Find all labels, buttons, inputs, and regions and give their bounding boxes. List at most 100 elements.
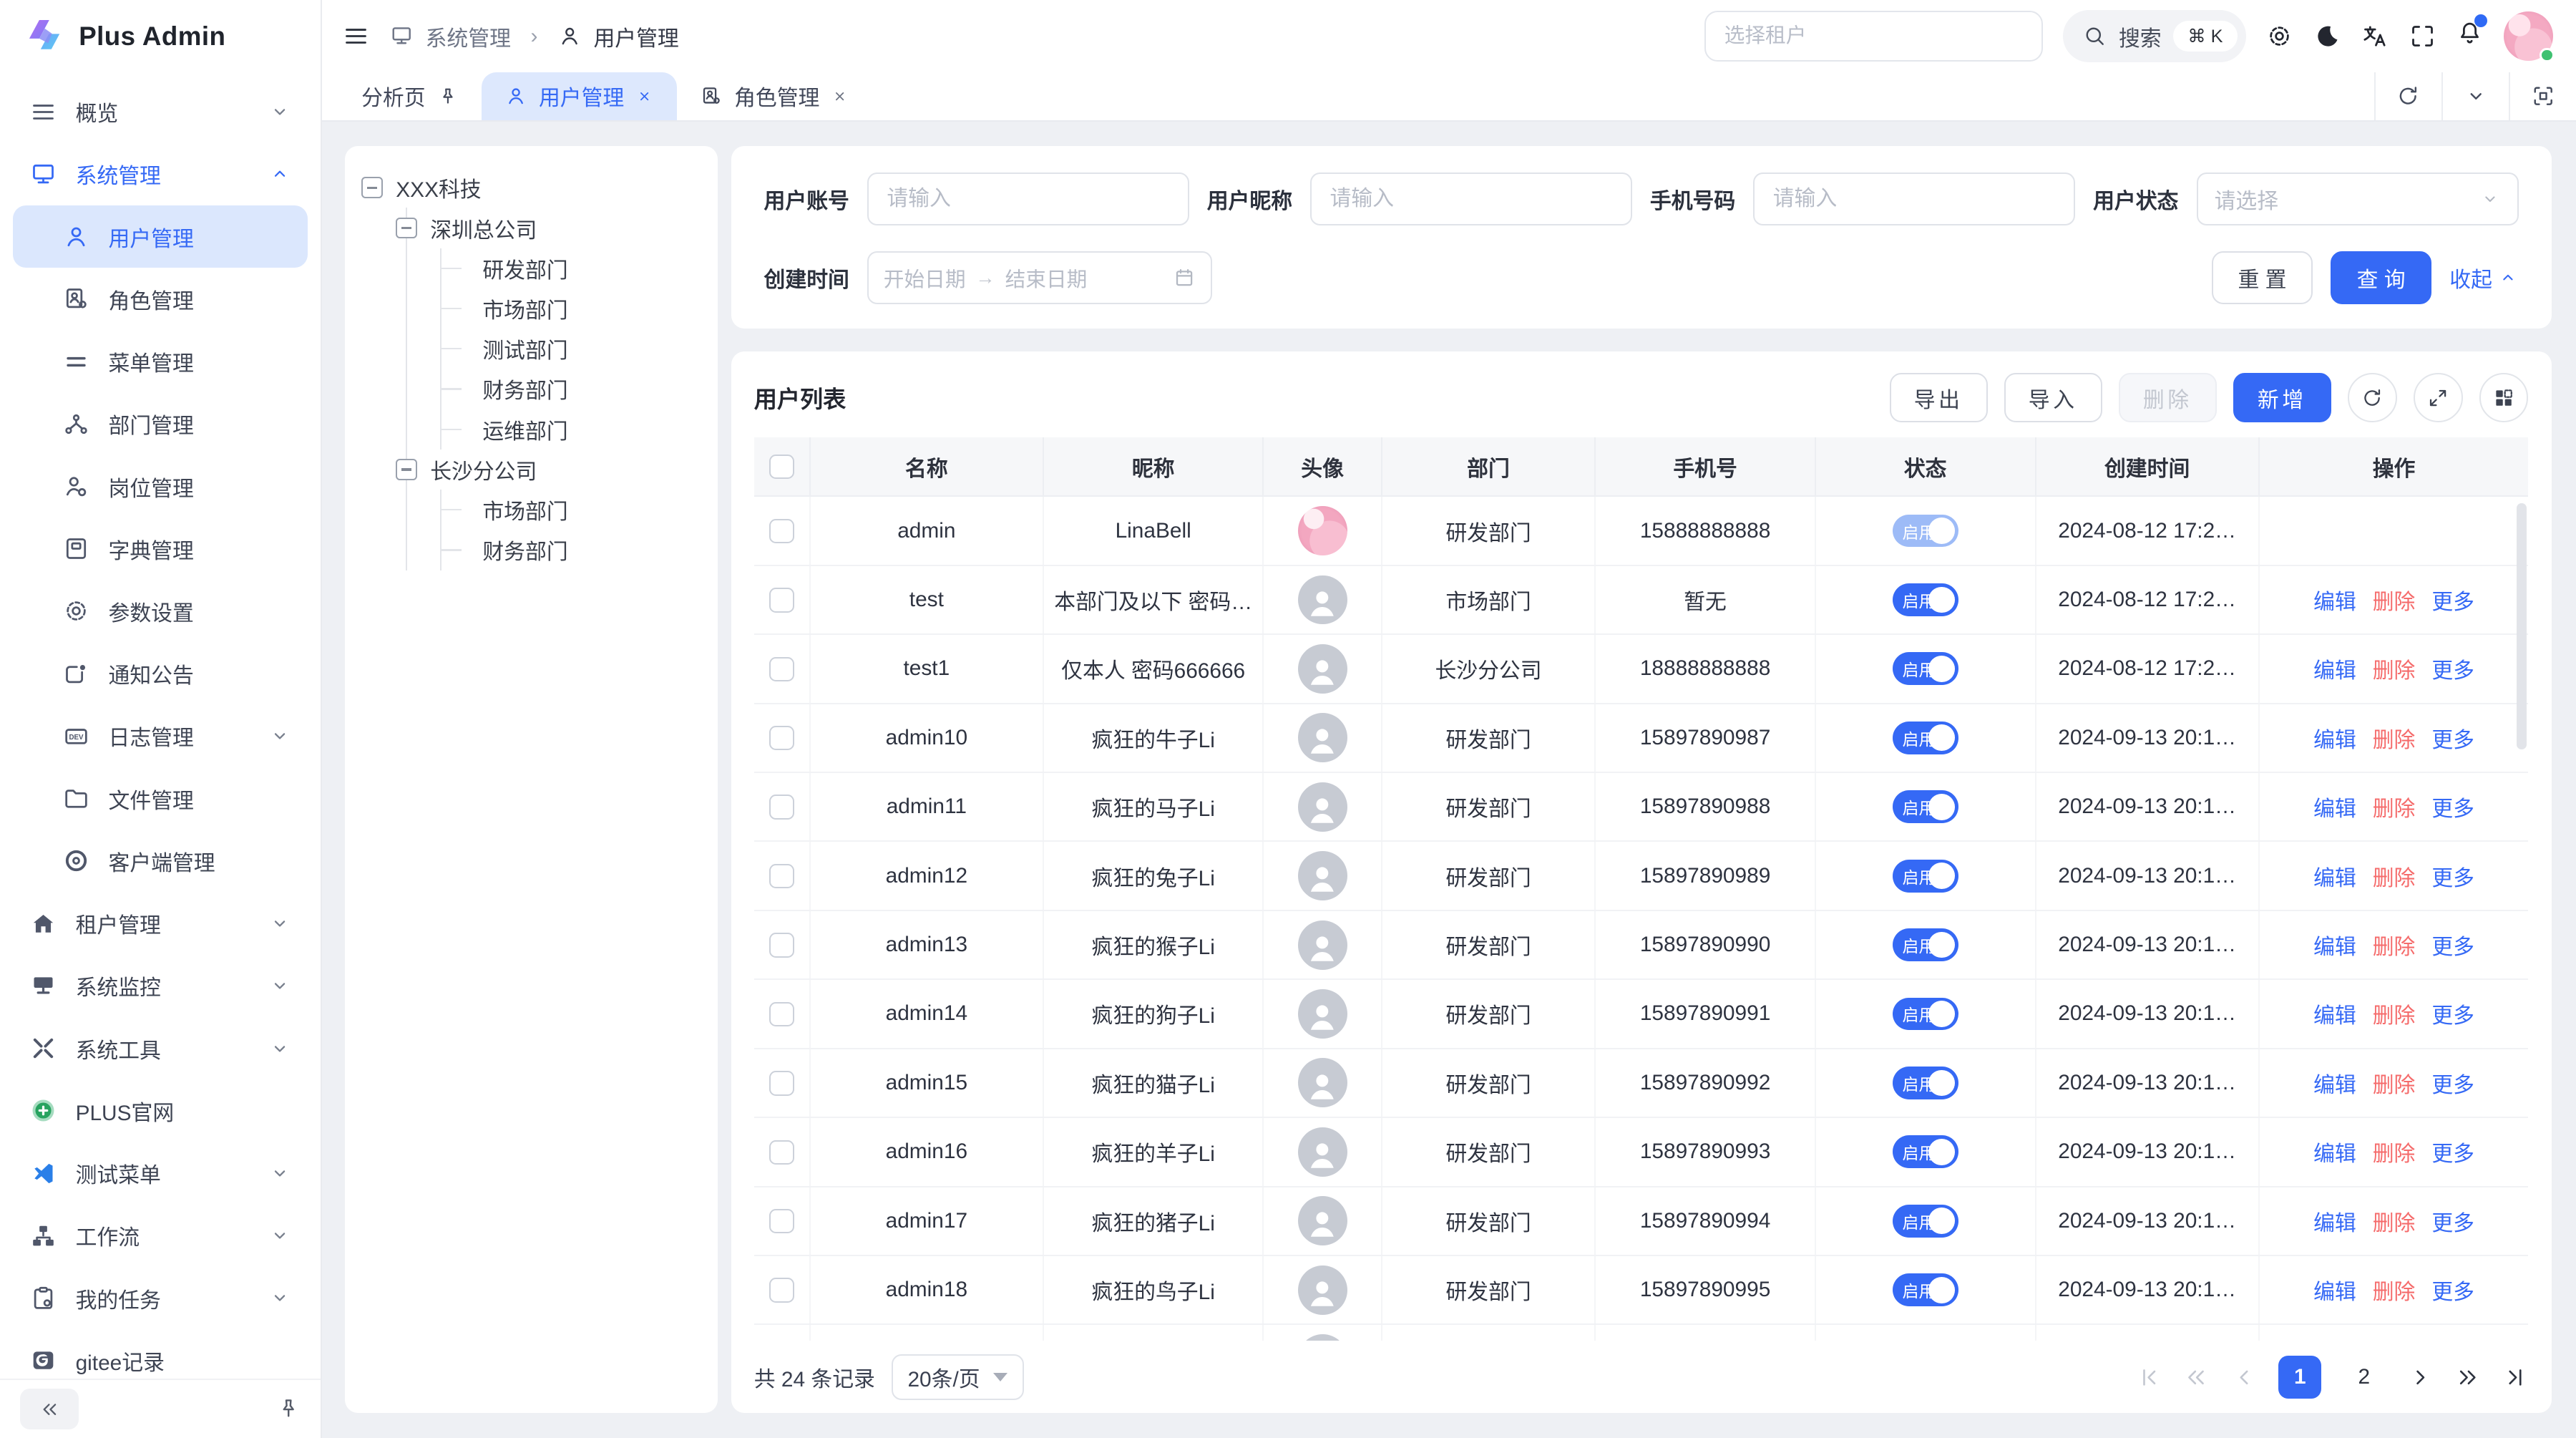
tab-list-dropdown-button[interactable]	[2441, 72, 2509, 120]
status-toggle[interactable]: 启用	[1893, 998, 1958, 1031]
tab-分析页[interactable]: 分析页	[338, 72, 482, 120]
more-link[interactable]: 更多	[2431, 1142, 2474, 1166]
row-checkbox[interactable]	[769, 588, 794, 612]
tree-node-XXX科技[interactable]: XXX科技	[361, 167, 701, 208]
edit-link[interactable]: 编辑	[2313, 1281, 2356, 1304]
select-all-checkbox[interactable]	[769, 455, 794, 479]
page-button-1[interactable]: 1	[2278, 1356, 2321, 1399]
sidebar-item-通知公告[interactable]: 通知公告	[13, 643, 307, 705]
next-chunk-button[interactable]	[2454, 1364, 2481, 1391]
last-page-button[interactable]	[2502, 1364, 2529, 1391]
reset-button[interactable]: 重 置	[2212, 251, 2313, 303]
content-fullscreen-button[interactable]	[2509, 72, 2576, 120]
collapse-filter-link[interactable]: 收起	[2449, 262, 2518, 293]
edit-link[interactable]: 编辑	[2313, 1074, 2356, 1097]
sidebar-item-客户端管理[interactable]: 客户端管理	[13, 830, 307, 892]
sidebar-item-测试菜单[interactable]: 测试菜单	[13, 1142, 307, 1204]
breadcrumb-system[interactable]: 系统管理	[389, 21, 511, 52]
tree-expander-icon[interactable]	[361, 177, 383, 198]
language-icon[interactable]	[2361, 22, 2389, 50]
edit-link[interactable]: 编辑	[2313, 591, 2356, 614]
tree-node-深圳总公司[interactable]: 深圳总公司	[396, 208, 701, 248]
sidebar-item-用户管理[interactable]: 用户管理	[13, 205, 307, 268]
delete-link[interactable]: 删除	[2373, 591, 2416, 614]
tree-node-市场部门[interactable]: 市场部门	[441, 490, 701, 530]
row-checkbox[interactable]	[769, 1140, 794, 1165]
page-button-2[interactable]: 2	[2343, 1356, 2386, 1399]
sidebar-item-菜单管理[interactable]: 菜单管理	[13, 330, 307, 392]
sidebar-collapse-button[interactable]	[20, 1389, 79, 1429]
status-toggle[interactable]: 启用	[1893, 1205, 1958, 1238]
status-toggle[interactable]: 启用	[1893, 515, 1958, 548]
edit-link[interactable]: 编辑	[2313, 1142, 2356, 1166]
delete-link[interactable]: 删除	[2373, 867, 2416, 890]
column-settings-button[interactable]	[2479, 373, 2529, 422]
sidebar-item-角色管理[interactable]: 角色管理	[13, 268, 307, 330]
settings-icon[interactable]	[2265, 22, 2293, 50]
tree-node-市场部门[interactable]: 市场部门	[441, 288, 701, 329]
delete-link[interactable]: 删除	[2373, 1004, 2416, 1028]
more-link[interactable]: 更多	[2431, 729, 2474, 752]
more-link[interactable]: 更多	[2431, 1004, 2474, 1028]
dark-mode-icon[interactable]	[2313, 22, 2341, 50]
sidebar-item-工作流[interactable]: 工作流	[13, 1205, 307, 1267]
more-link[interactable]: 更多	[2431, 867, 2474, 890]
delete-link[interactable]: 删除	[2373, 1074, 2416, 1097]
row-checkbox[interactable]	[769, 864, 794, 888]
nickname-input[interactable]	[1310, 173, 1632, 225]
sidebar-item-日志管理[interactable]: DEV日志管理	[13, 705, 307, 767]
sidebar-item-系统监控[interactable]: 系统监控	[13, 955, 307, 1017]
more-link[interactable]: 更多	[2431, 659, 2474, 683]
date-range-picker[interactable]: 开始日期 → 结束日期	[867, 251, 1212, 303]
more-link[interactable]: 更多	[2431, 1281, 2474, 1304]
row-checkbox[interactable]	[769, 726, 794, 750]
row-checkbox[interactable]	[769, 1071, 794, 1095]
sidebar-pin-icon[interactable]	[276, 1396, 301, 1421]
more-link[interactable]: 更多	[2431, 1074, 2474, 1097]
row-checkbox[interactable]	[769, 933, 794, 957]
status-toggle[interactable]: 启用	[1893, 1135, 1958, 1168]
tree-expander-icon[interactable]	[396, 218, 417, 239]
status-toggle[interactable]: 启用	[1893, 928, 1958, 961]
delete-link[interactable]: 删除	[2373, 1212, 2416, 1235]
sidebar-item-系统工具[interactable]: 系统工具	[13, 1017, 307, 1079]
tree-node-运维部门[interactable]: 运维部门	[441, 409, 701, 450]
notifications-button[interactable]	[2456, 19, 2484, 54]
table-fullscreen-button[interactable]	[2414, 373, 2463, 422]
edit-link[interactable]: 编辑	[2313, 797, 2356, 821]
delete-link[interactable]: 删除	[2373, 1281, 2416, 1304]
more-link[interactable]: 更多	[2431, 797, 2474, 821]
row-checkbox[interactable]	[769, 519, 794, 543]
edit-link[interactable]: 编辑	[2313, 867, 2356, 890]
account-input[interactable]	[867, 173, 1189, 225]
tree-expander-icon[interactable]	[396, 459, 417, 480]
row-checkbox[interactable]	[769, 1278, 794, 1302]
sidebar-item-租户管理[interactable]: 租户管理	[13, 893, 307, 955]
status-toggle[interactable]: 启用	[1893, 1067, 1958, 1099]
delete-link[interactable]: 删除	[2373, 936, 2416, 959]
menu-toggle-icon[interactable]	[342, 22, 370, 50]
status-toggle[interactable]: 启用	[1893, 1273, 1958, 1306]
more-link[interactable]: 更多	[2431, 591, 2474, 614]
row-checkbox[interactable]	[769, 657, 794, 681]
tab-角色管理[interactable]: 角色管理	[677, 72, 872, 120]
tree-node-研发部门[interactable]: 研发部门	[441, 248, 701, 288]
search-button[interactable]: 查 询	[2331, 251, 2431, 303]
delete-link[interactable]: 删除	[2373, 729, 2416, 752]
breadcrumb-users[interactable]: 用户管理	[557, 21, 679, 52]
sidebar-item-参数设置[interactable]: 参数设置	[13, 580, 307, 642]
sidebar-item-系统管理[interactable]: 系统管理	[13, 143, 307, 205]
add-button[interactable]: 新增	[2233, 373, 2331, 422]
sidebar-item-概览[interactable]: 概览	[13, 80, 307, 142]
delete-link[interactable]: 删除	[2373, 659, 2416, 683]
status-toggle[interactable]: 启用	[1893, 860, 1958, 893]
tree-node-测试部门[interactable]: 测试部门	[441, 329, 701, 369]
row-checkbox[interactable]	[769, 1002, 794, 1026]
close-icon[interactable]	[635, 87, 653, 105]
user-avatar[interactable]	[2504, 11, 2553, 61]
global-search[interactable]: 搜索 ⌘ K	[2063, 10, 2246, 62]
sidebar-item-gitee记录[interactable]: gitee记录	[13, 1329, 307, 1379]
edit-link[interactable]: 编辑	[2313, 729, 2356, 752]
tenant-select-input[interactable]	[1704, 11, 2043, 62]
sidebar-item-岗位管理[interactable]: 岗位管理	[13, 455, 307, 518]
